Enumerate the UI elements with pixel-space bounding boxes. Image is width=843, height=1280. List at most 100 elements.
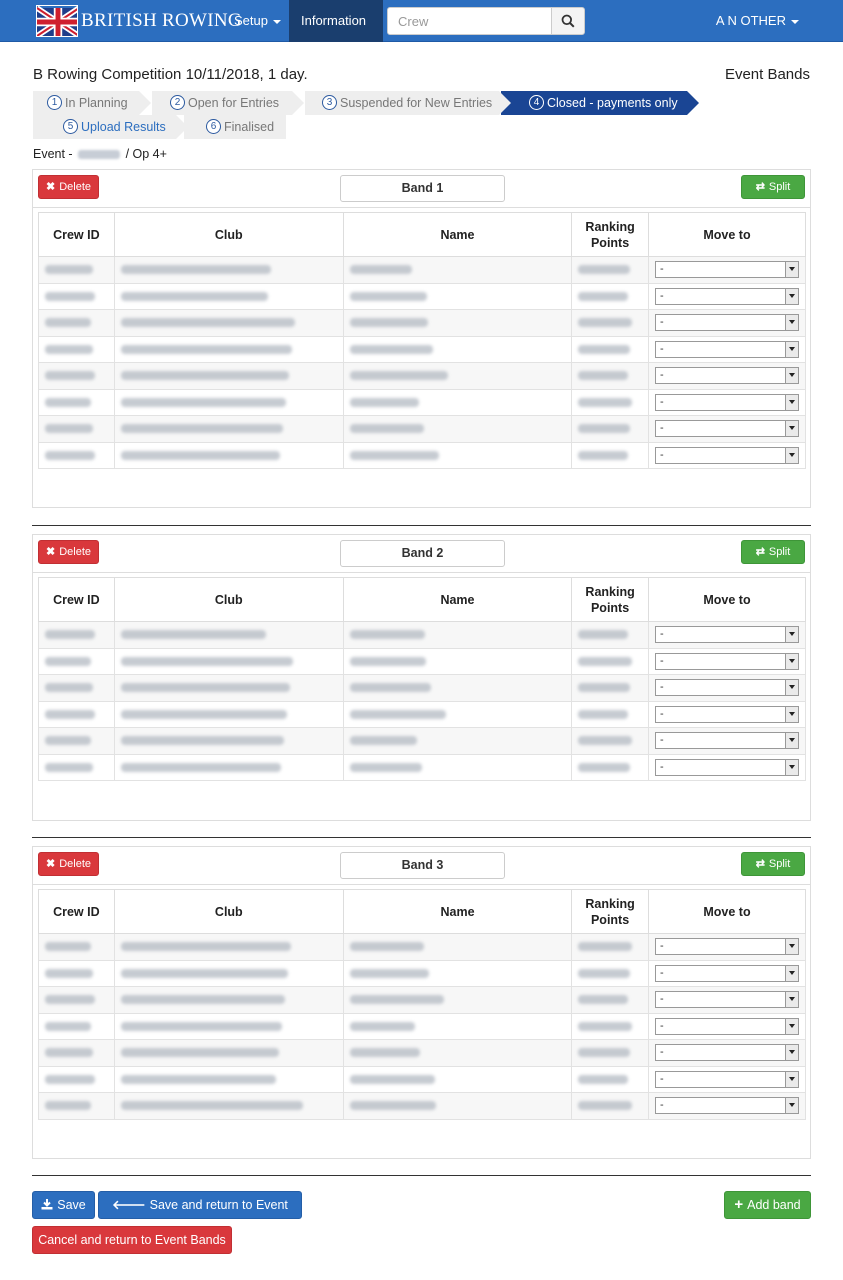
- dropdown-arrow-icon: [784, 939, 798, 955]
- move-to-select[interactable]: -: [654, 1044, 799, 1062]
- redacted-text: [349, 995, 444, 1005]
- nav-setup[interactable]: Setup: [222, 0, 293, 42]
- col-move-to[interactable]: Move to: [647, 577, 807, 622]
- cancel-and-return-button[interactable]: Cancel and return to Event Bands: [32, 1226, 232, 1254]
- redacted-text: [45, 424, 93, 434]
- band-name-input[interactable]: Band 3: [340, 852, 505, 879]
- col-move-to[interactable]: Move to: [647, 212, 807, 257]
- name-cell: [342, 959, 573, 987]
- col-club[interactable]: Club: [113, 577, 344, 622]
- save-button[interactable]: Save: [32, 1191, 95, 1219]
- col-club[interactable]: Club: [113, 212, 344, 257]
- move-to-select[interactable]: -: [654, 393, 799, 411]
- redacted-text: [349, 656, 426, 666]
- move-to-select[interactable]: -: [654, 964, 799, 982]
- ranking-cell: [571, 282, 649, 310]
- col-ranking-points[interactable]: Ranking Points: [571, 212, 649, 257]
- move-to-select[interactable]: -: [654, 1070, 799, 1088]
- redacted-text: [349, 968, 429, 978]
- col-crew-id[interactable]: Crew ID: [38, 889, 115, 934]
- redacted-text: [349, 265, 412, 275]
- redacted-text: [349, 344, 433, 354]
- move-to-value: -: [659, 1072, 664, 1085]
- name-cell: [342, 309, 573, 337]
- delete-label: Delete: [59, 546, 91, 558]
- move-to-select[interactable]: -: [654, 420, 799, 438]
- move-to-select[interactable]: -: [654, 287, 799, 305]
- move-to-cell: -: [647, 621, 807, 649]
- move-to-select[interactable]: -: [654, 367, 799, 385]
- brand-logo[interactable]: BRITISH ROWING: [36, 4, 242, 38]
- delete-band-button[interactable]: ✖ Delete: [38, 852, 99, 876]
- table-row: -: [38, 335, 807, 363]
- redacted-text: [120, 942, 291, 952]
- move-to-select[interactable]: -: [654, 1097, 799, 1115]
- band-name-input[interactable]: Band 1: [340, 175, 505, 202]
- table-row: -: [38, 621, 807, 649]
- redacted-text: [45, 762, 93, 772]
- split-band-button[interactable]: ⇄ Split: [741, 175, 805, 199]
- redacted-text: [45, 683, 93, 693]
- step-label: Closed - payments only: [547, 96, 678, 110]
- ranking-label: Ranking: [585, 219, 635, 234]
- ranking-cell: [571, 674, 649, 702]
- move-to-value: -: [659, 993, 664, 1006]
- band-divider: [32, 837, 811, 838]
- dropdown-arrow-icon: [784, 1071, 798, 1087]
- step-number: 4: [529, 95, 544, 111]
- col-ranking-points[interactable]: Ranking Points: [571, 889, 649, 934]
- add-band-button[interactable]: + Add band: [724, 1191, 811, 1219]
- move-to-select[interactable]: -: [654, 732, 799, 750]
- move-to-select[interactable]: -: [654, 626, 799, 644]
- redacted-text: [45, 371, 95, 381]
- save-and-return-button[interactable]: 🡐Save and return to Event Bands: [98, 1191, 302, 1238]
- search-button[interactable]: [551, 7, 585, 35]
- move-to-select[interactable]: -: [654, 938, 799, 956]
- crew-search-input[interactable]: [387, 7, 552, 35]
- redacted-text: [349, 291, 427, 301]
- col-crew-id[interactable]: Crew ID: [38, 577, 115, 622]
- move-to-select[interactable]: -: [654, 679, 799, 697]
- move-to-select[interactable]: -: [654, 652, 799, 670]
- dropdown-arrow-icon: [784, 733, 798, 749]
- table-row: -: [38, 362, 807, 390]
- move-to-select[interactable]: -: [654, 1017, 799, 1035]
- delete-band-button[interactable]: ✖ Delete: [38, 175, 99, 199]
- user-menu[interactable]: A N OTHER: [716, 0, 799, 42]
- step-upload-results[interactable]: 5 Upload Results: [33, 115, 188, 139]
- band-name-input[interactable]: Band 2: [340, 540, 505, 567]
- step-number: 1: [47, 95, 62, 111]
- redacted-text: [120, 995, 285, 1005]
- col-move-to[interactable]: Move to: [647, 889, 807, 934]
- split-band-button[interactable]: ⇄ Split: [741, 540, 805, 564]
- move-to-select[interactable]: -: [654, 446, 799, 464]
- move-to-select[interactable]: -: [654, 340, 799, 358]
- name-cell: [342, 362, 573, 390]
- times-icon: ✖: [45, 858, 56, 870]
- move-to-select[interactable]: -: [654, 758, 799, 776]
- redacted-text: [578, 683, 631, 693]
- delete-band-button[interactable]: ✖ Delete: [38, 540, 99, 564]
- redacted-text: [45, 450, 95, 460]
- move-to-select[interactable]: -: [654, 261, 799, 279]
- col-crew-id[interactable]: Crew ID: [38, 212, 115, 257]
- col-name[interactable]: Name: [342, 889, 573, 934]
- name-cell: [342, 282, 573, 310]
- move-to-select[interactable]: -: [654, 314, 799, 332]
- crew-id-cell: [38, 1092, 115, 1120]
- club-cell: [113, 959, 344, 987]
- table-row: -: [38, 282, 807, 310]
- move-to-value: -: [659, 342, 664, 355]
- move-to-select[interactable]: -: [654, 705, 799, 723]
- table-row: -: [38, 1065, 807, 1093]
- move-to-select[interactable]: -: [654, 991, 799, 1009]
- redacted-text: [578, 942, 633, 952]
- col-ranking-points[interactable]: Ranking Points: [571, 577, 649, 622]
- col-name[interactable]: Name: [342, 212, 573, 257]
- split-band-button[interactable]: ⇄ Split: [741, 852, 805, 876]
- delete-label: Delete: [59, 858, 91, 870]
- col-name[interactable]: Name: [342, 577, 573, 622]
- col-club[interactable]: Club: [113, 889, 344, 934]
- nav-information[interactable]: Information: [289, 0, 383, 66]
- move-to-value: -: [659, 940, 664, 953]
